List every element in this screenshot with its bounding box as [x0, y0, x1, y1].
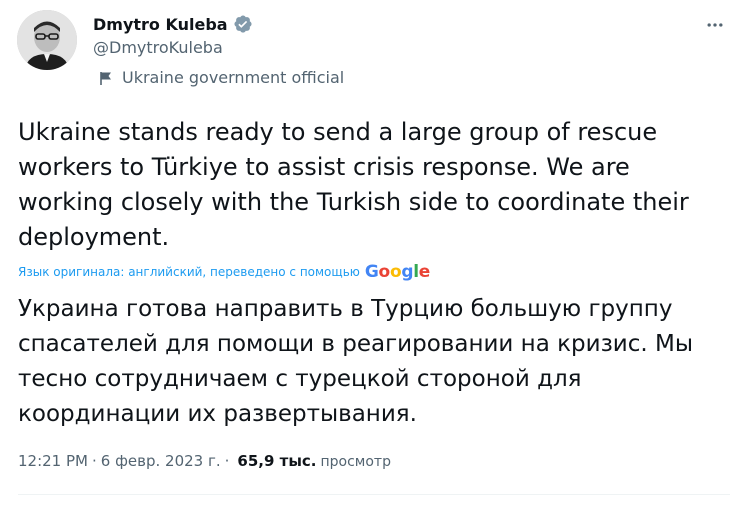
translated-text: Украина готова направить в Турцию большу…: [18, 296, 694, 427]
views-count: 65,9 тыс.: [237, 452, 317, 470]
tweet-text: Ukraine stands ready to send a large gro…: [18, 118, 689, 251]
views-label: просмотр: [320, 454, 391, 470]
affiliation-text: Ukraine government official: [122, 68, 345, 87]
avatar[interactable]: [17, 10, 77, 70]
display-name[interactable]: Dmytro Kuleba: [93, 15, 228, 34]
tweet-meta: 12:21 PM · 6 февр. 2023 г. · 65,9 тыс. п…: [18, 452, 391, 470]
name-row: Dmytro Kuleba: [93, 13, 253, 35]
tweet-time[interactable]: 12:21 PM: [18, 452, 88, 470]
meta-separator: ·: [91, 452, 97, 470]
verified-badge-icon[interactable]: [233, 14, 253, 34]
meta-separator: ·: [224, 452, 230, 470]
more-options-button[interactable]: [700, 12, 730, 42]
google-logo: Google: [364, 262, 430, 282]
translation-note[interactable]: Язык оригинала: английский, переведено с…: [18, 262, 430, 282]
divider: [18, 494, 730, 495]
author-header: Dmytro Kuleba @DmytroKuleba: [93, 13, 253, 58]
tweet-date[interactable]: 6 февр. 2023 г.: [101, 452, 221, 470]
more-dots-icon: [705, 15, 725, 39]
translation-note-text[interactable]: Язык оригинала: английский, переведено с…: [18, 265, 360, 279]
tweet-card: Dmytro Kuleba @DmytroKuleba Ukraine gove…: [0, 0, 743, 510]
affiliation-label: Ukraine government official: [98, 68, 344, 87]
avatar-photo: [17, 10, 77, 70]
government-flag-icon: [98, 70, 114, 86]
user-handle[interactable]: @DmytroKuleba: [93, 38, 253, 58]
